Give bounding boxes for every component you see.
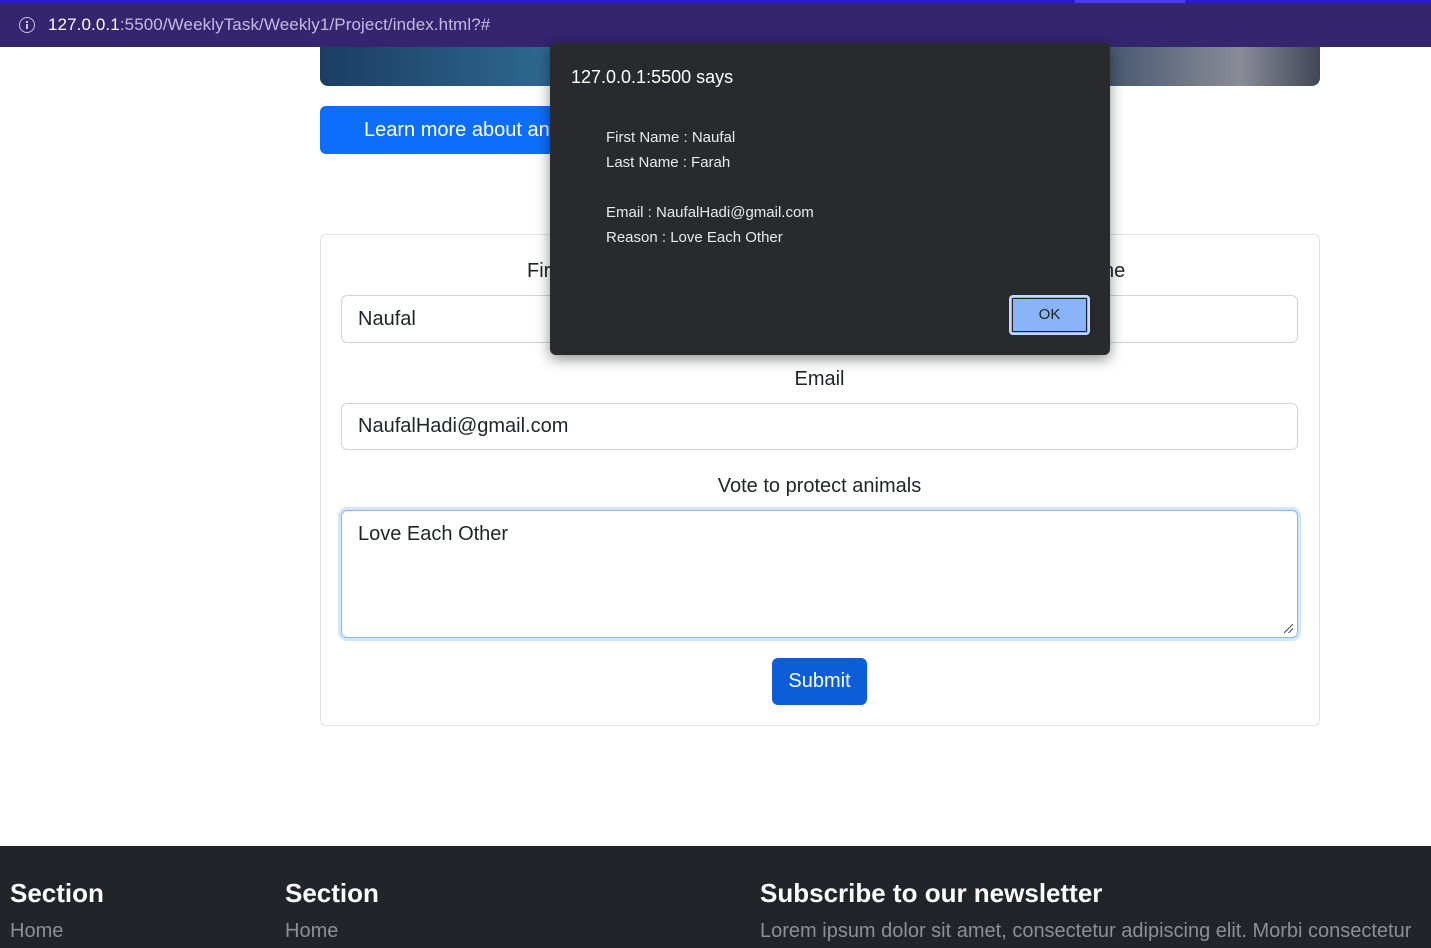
browser-address-bar[interactable]: 127.0.0.1:5500/WeeklyTask/Weekly1/Projec… bbox=[0, 0, 1431, 47]
url-text[interactable]: 127.0.0.1:5500/WeeklyTask/Weekly1/Projec… bbox=[48, 15, 490, 35]
footer-section-1-heading: Section bbox=[10, 878, 104, 908]
newsletter-text: Lorem ipsum dolor sit amet, consectetur … bbox=[760, 920, 1412, 942]
submit-button[interactable]: Submit bbox=[772, 658, 867, 705]
active-tab-indicator bbox=[1075, 0, 1185, 3]
site-info-icon[interactable] bbox=[19, 17, 35, 33]
footer-section-1-home-link[interactable]: Home bbox=[10, 920, 63, 943]
vote-value: Love Each Other bbox=[358, 523, 509, 545]
vote-label: Vote to protect animals bbox=[717, 475, 922, 497]
url-path: :5500/WeeklyTask/Weekly1/Project/index.h… bbox=[119, 15, 491, 34]
resize-handle-icon[interactable] bbox=[1284, 624, 1293, 633]
email-input[interactable]: NaufalHadi@gmail.com bbox=[341, 403, 1298, 450]
email-value: NaufalHadi@gmail.com bbox=[358, 415, 569, 437]
first-name-label: Fir bbox=[527, 260, 551, 282]
alert-last-name: Last Name : Farah bbox=[606, 154, 731, 171]
alert-first-name: First Name : Naufal bbox=[606, 129, 736, 146]
alert-email: Email : NaufalHadi@gmail.com bbox=[606, 204, 814, 221]
vote-textarea[interactable]: Love Each Other bbox=[341, 510, 1298, 638]
alert-title: 127.0.0.1:5500 says bbox=[571, 67, 734, 87]
footer-section-2-home-link[interactable]: Home bbox=[285, 920, 338, 943]
email-label: Email bbox=[794, 368, 845, 390]
alert-dialog: 127.0.0.1:5500 says First Name : Naufal … bbox=[550, 43, 1110, 355]
ok-button[interactable]: OK bbox=[1009, 295, 1090, 335]
last-name-input[interactable] bbox=[1100, 295, 1298, 343]
newsletter-heading: Subscribe to our newsletter bbox=[760, 878, 1103, 908]
footer-section-2-heading: Section bbox=[285, 878, 379, 908]
alert-reason: Reason : Love Each Other bbox=[606, 229, 783, 246]
first-name-value: Naufal bbox=[358, 307, 416, 330]
url-host: 127.0.0.1 bbox=[48, 15, 120, 34]
